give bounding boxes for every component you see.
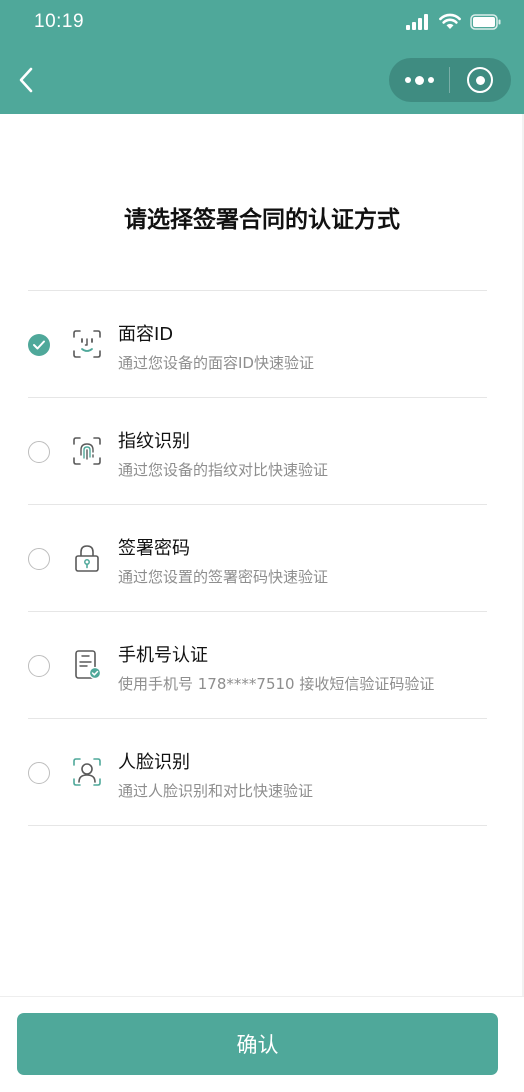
- option-fingerprint[interactable]: 指纹识别 通过您设备的指纹对比快速验证: [28, 398, 487, 505]
- option-face-recognition[interactable]: 人脸识别 通过人脸识别和对比快速验证: [28, 719, 487, 826]
- face-recognition-icon: [73, 758, 101, 786]
- radio-checked[interactable]: [28, 334, 50, 356]
- phone-verified-icon: [75, 650, 102, 680]
- option-description: 通过人脸识别和对比快速验证: [118, 782, 314, 800]
- status-time: 10:19: [34, 11, 85, 32]
- option-phone[interactable]: 手机号认证 使用手机号 178****7510 接收短信验证码验证: [28, 612, 487, 719]
- option-description: 通过您设备的指纹对比快速验证: [118, 461, 329, 479]
- fingerprint-icon: [73, 437, 101, 465]
- option-title: 手机号认证: [118, 645, 208, 666]
- confirm-button[interactable]: 确认: [17, 1013, 498, 1075]
- face-id-icon: [73, 330, 101, 358]
- wifi-icon: [439, 13, 461, 29]
- status-icons: [406, 13, 502, 30]
- close-mini-program-button[interactable]: [450, 58, 510, 102]
- battery-icon: [470, 13, 501, 30]
- nav-bar: [0, 46, 524, 114]
- more-dots-icon: [404, 75, 434, 85]
- status-bar: 10:19: [0, 0, 524, 46]
- mini-program-capsule: [389, 58, 511, 102]
- option-face-id[interactable]: 面容ID 通过您设备的面容ID快速验证: [28, 291, 487, 398]
- option-description: 使用手机号 178****7510 接收短信验证码验证: [118, 675, 435, 693]
- lock-icon: [75, 545, 99, 572]
- radio-unchecked[interactable]: [28, 441, 50, 463]
- option-title: 签署密码: [118, 538, 190, 559]
- check-icon: [33, 340, 45, 350]
- page-title: 请选择签署合同的认证方式: [124, 207, 400, 233]
- radio-unchecked[interactable]: [28, 655, 50, 677]
- more-button[interactable]: [389, 58, 449, 102]
- back-icon: [19, 67, 33, 93]
- auth-method-list: 面容ID 通过您设备的面容ID快速验证 指纹识别 通过您设备的指纹对比快速验证 …: [28, 290, 487, 826]
- option-description: 通过您设备的面容ID快速验证: [118, 354, 314, 372]
- bottom-bar: 确认: [0, 996, 524, 1092]
- option-description: 通过您设置的签署密码快速验证: [118, 568, 329, 586]
- radio-unchecked[interactable]: [28, 762, 50, 784]
- radio-unchecked[interactable]: [28, 548, 50, 570]
- option-sign-password[interactable]: 签署密码 通过您设置的签署密码快速验证: [28, 505, 487, 612]
- target-close-icon: [467, 67, 493, 93]
- option-title: 面容ID: [118, 324, 174, 345]
- back-button[interactable]: [8, 60, 44, 100]
- option-title: 指纹识别: [118, 431, 190, 452]
- option-title: 人脸识别: [118, 752, 190, 773]
- signal-icon: [406, 13, 428, 30]
